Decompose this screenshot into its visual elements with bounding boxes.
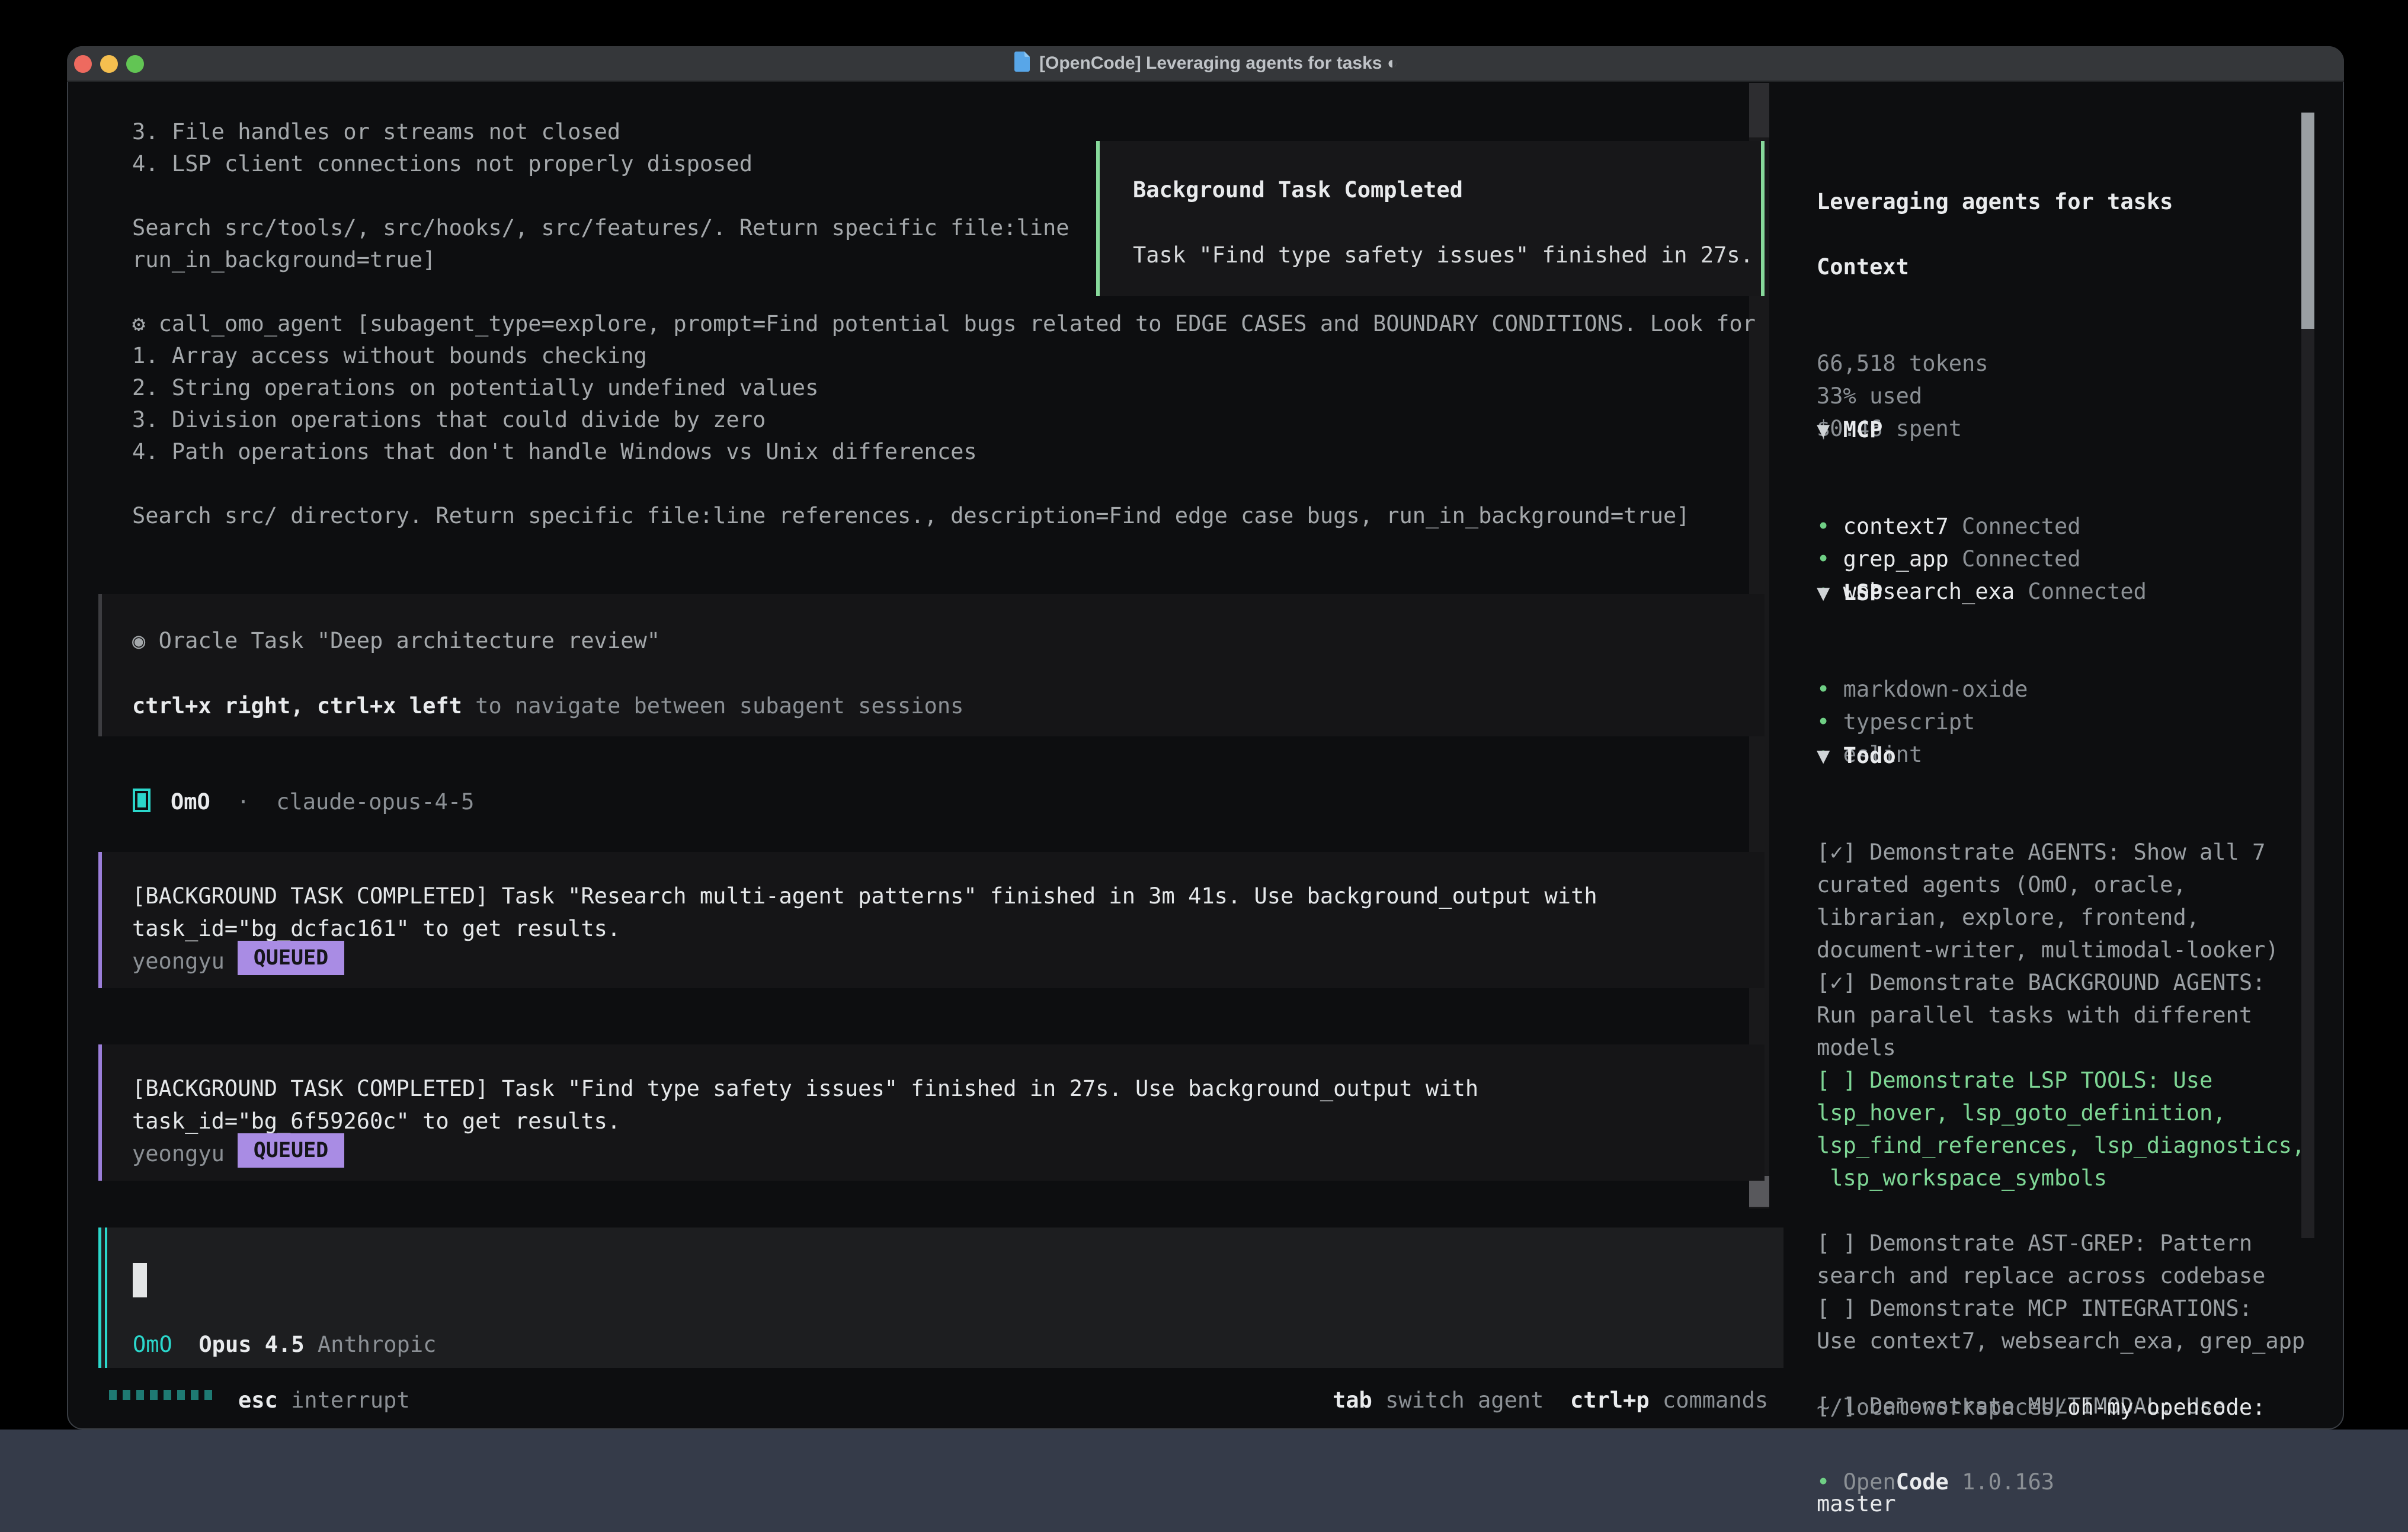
agent-name: OmO [171, 789, 210, 815]
separator: · [236, 789, 249, 815]
window-title-text: [OpenCode] Leveraging agents for tasks [1039, 53, 1382, 73]
spinner-dot [136, 1390, 144, 1400]
background-task-notification: Background Task Completed Task "Find typ… [1096, 141, 1765, 296]
input-model-name: Opus 4.5 [198, 1332, 304, 1357]
todo-heading[interactable]: ▼ Todo [1817, 739, 2305, 772]
status-dot-icon: • [1817, 1469, 1843, 1495]
todo-line: Run parallel tasks with different [1817, 999, 2305, 1031]
todo-line: curated agents (OmO, oracle, [1817, 868, 2305, 901]
spinner-dot [109, 1390, 117, 1400]
todo-line: [ ] Demonstrate LSP TOOLS: Use [1817, 1064, 2305, 1097]
notification-body: Task "Find type safety issues" finished … [1133, 239, 1753, 271]
context-heading: Context [1817, 251, 1988, 283]
chevron-down-icon: ▼ [1817, 417, 1843, 443]
task-message: [BACKGROUND TASK COMPLETED] Task "Resear… [98, 852, 1765, 988]
transcript-line: ⚙ call_omo_agent [subagent_type=explore,… [132, 308, 1756, 340]
sidebar-scrollbar-thumb[interactable] [2301, 113, 2314, 329]
statusbar-right: tab switch agent ctrl+p commands [1333, 1384, 1768, 1416]
window-title: [OpenCode] Leveraging agents for tasks ◐ [67, 51, 2344, 77]
task-message-line1: [BACKGROUND TASK COMPLETED] Task "Find t… [132, 1073, 1478, 1105]
status-badge: QUEUED [238, 941, 344, 975]
oracle-task-title: ◉ Oracle Task "Deep architecture review" [132, 625, 660, 657]
todo-line: lsp_workspace_symbols [1817, 1162, 2305, 1194]
text-cursor [133, 1263, 147, 1297]
moon-glyph: ◐ [1387, 53, 1398, 73]
gear-icon: ⚙ [132, 311, 159, 336]
file-icon [1013, 51, 1031, 77]
app-version: 1.0.163 [1962, 1469, 2054, 1495]
input-agent-name: OmO [133, 1332, 172, 1357]
agent-icon [133, 789, 150, 812]
workspace-repo: oh-my-opencode: [2067, 1395, 2265, 1420]
spinner-dot [150, 1390, 158, 1400]
agent-header-text: OmO · claude-opus-4-5 [171, 786, 474, 818]
app-name: Code [1896, 1469, 1949, 1495]
todo-line: search and replace across codebase [1817, 1259, 2305, 1292]
chevron-down-icon: ▼ [1817, 743, 1843, 768]
transcript-line: 4. Path operations that don't handle Win… [132, 436, 1756, 468]
oracle-task-box: ◉ Oracle Task "Deep architecture review"… [98, 594, 1765, 736]
esc-key-label: interrupt [291, 1387, 409, 1413]
spinner-dot [191, 1390, 198, 1400]
todo-line: document-writer, multimodal-looker) [1817, 934, 2305, 966]
transcript-line [132, 468, 1756, 500]
chevron-down-icon: ▼ [1817, 580, 1843, 605]
todo-line: [✓] Demonstrate AGENTS: Show all 7 [1817, 836, 2305, 868]
status-badge: QUEUED [238, 1133, 344, 1168]
todo-line [1817, 1194, 2305, 1227]
sidebar-version: • OpenCode 1.0.163 [1817, 1402, 2054, 1532]
todo-line: [ ] Demonstrate MCP INTEGRATIONS: [1817, 1292, 2305, 1325]
task-author: yeongyu [132, 946, 225, 977]
notification-title: Background Task Completed [1133, 174, 1463, 206]
esc-key-hint: esc [238, 1387, 278, 1413]
tab-key-hint: tab [1333, 1387, 1372, 1413]
spinner-dot [164, 1390, 171, 1400]
agent-model: claude-opus-4-5 [276, 789, 474, 815]
transcript-line: Search src/ directory. Return specific f… [132, 500, 1756, 532]
todo-line: lsp_find_references, lsp_diagnostics, [1817, 1129, 2305, 1162]
moon-icon [1382, 53, 1386, 73]
todo-line: models [1817, 1031, 2305, 1064]
lsp-heading[interactable]: ▼ LSP [1817, 576, 2028, 609]
oracle-task-shortcut: ctrl+x right, ctrl+x left to navigate be… [132, 690, 963, 722]
ctrlp-key-label: commands [1663, 1387, 1768, 1413]
task-author: yeongyu [132, 1138, 225, 1170]
todo-line: [ ] Demonstrate AST-GREP: Pattern [1817, 1227, 2305, 1259]
app-name-prefix: Open [1843, 1469, 1896, 1495]
ctrlp-key-hint: ctrl+p [1570, 1387, 1650, 1413]
input-provider-name: Anthropic [318, 1332, 436, 1357]
task-message-line1: [BACKGROUND TASK COMPLETED] Task "Resear… [132, 880, 1597, 912]
transcript-line: 1. Array access without bounds checking [132, 340, 1756, 372]
transcript-line: 3. Division operations that could divide… [132, 404, 1756, 436]
mcp-heading[interactable]: ▼ MCP [1817, 414, 2147, 446]
spinner-dot [123, 1390, 130, 1400]
todo-line: lsp_hover, lsp_goto_definition, [1817, 1097, 2305, 1129]
tab-key-label: switch agent [1385, 1387, 1544, 1413]
mcp-item-status: Connected [2015, 579, 2147, 604]
task-message-line2: task_id="bg_dcfac161" to get results. [132, 913, 620, 945]
task-message: [BACKGROUND TASK COMPLETED] Task "Find t… [98, 1044, 1765, 1181]
model-indicator: OmO Opus 4.5 Anthropic [133, 1329, 436, 1361]
task-message-line2: task_id="bg_6f59260c" to get results. [132, 1105, 620, 1137]
screen: [OpenCode] Leveraging agents for tasks ◐… [0, 0, 2408, 1532]
input-accent-line [105, 1227, 107, 1368]
transcript-line: 2. String operations on potentially unde… [132, 372, 1756, 404]
todo-line: librarian, explore, frontend, [1817, 901, 2305, 934]
oracle-icon: ◉ [132, 628, 159, 653]
spinner-dot [204, 1390, 212, 1400]
spinner-dot [177, 1390, 185, 1400]
statusbar-left: esc interrupt [238, 1384, 410, 1416]
todo-line: [✓] Demonstrate BACKGROUND AGENTS: [1817, 966, 2305, 999]
